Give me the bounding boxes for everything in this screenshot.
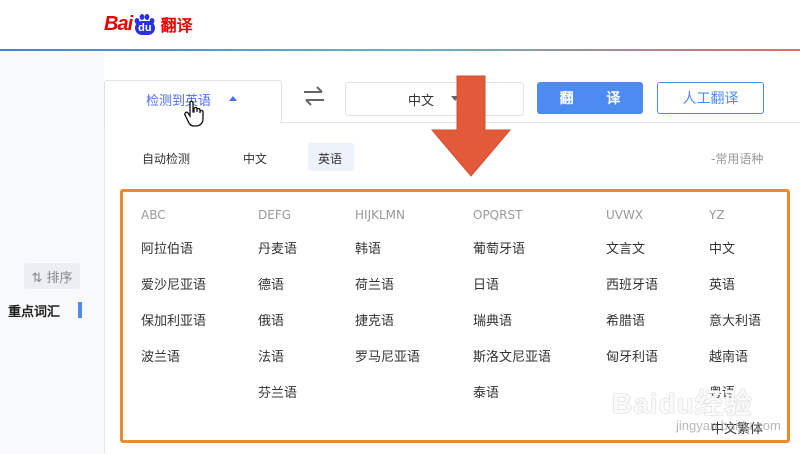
translate-button[interactable]: 翻 译 xyxy=(537,82,643,114)
quick-option-auto-detect[interactable]: 自动检测 xyxy=(142,150,190,167)
column-header-uvwx: UVWX xyxy=(606,208,644,222)
baidu-jingyan-watermark-logo: Baidu经验 xyxy=(612,388,753,419)
quick-option-chinese[interactable]: 中文 xyxy=(243,150,267,167)
sort-button[interactable]: ⇅ 排序 xyxy=(24,263,80,289)
language-option[interactable]: 葡萄牙语 xyxy=(473,238,525,257)
language-option[interactable]: 保加利亚语 xyxy=(141,310,206,329)
language-option[interactable]: 越南语 xyxy=(709,346,748,365)
language-option[interactable]: 意大利语 xyxy=(709,310,761,329)
column-header-abc: ABC xyxy=(141,208,166,222)
language-option[interactable]: 阿拉伯语 xyxy=(141,238,193,257)
language-option[interactable]: 希腊语 xyxy=(606,310,645,329)
language-option[interactable]: 德语 xyxy=(258,274,284,293)
vocab-active-indicator xyxy=(78,302,82,318)
language-option[interactable]: 波兰语 xyxy=(141,346,180,365)
watermark-url: jingyan.baidu.com xyxy=(676,418,781,433)
vocab-tab-label[interactable]: 重点词汇 xyxy=(8,301,60,320)
human-translation-button[interactable]: 人工翻译 xyxy=(657,82,764,114)
logo-du-text: du xyxy=(135,21,155,35)
left-panel xyxy=(0,51,104,454)
column-header-opqrst: OPQRST xyxy=(473,208,523,222)
language-option[interactable]: 西班牙语 xyxy=(606,274,658,293)
column-header-defg: DEFG xyxy=(258,208,292,222)
logo-fanyi-text: 翻译 xyxy=(160,16,193,35)
language-option[interactable]: 捷克语 xyxy=(355,310,394,329)
arrow-down-icon xyxy=(430,75,512,177)
language-option[interactable]: 泰语 xyxy=(473,382,499,401)
language-option[interactable]: 俄语 xyxy=(258,310,284,329)
common-languages-label: -常用语种 xyxy=(711,152,764,166)
language-option[interactable]: 爱沙尼亚语 xyxy=(141,274,206,293)
language-option[interactable]: 日语 xyxy=(473,274,499,293)
header-divider xyxy=(0,49,800,51)
hand-cursor-icon xyxy=(184,100,204,127)
column-header-yz: YZ xyxy=(709,208,725,222)
logo-bai-text: Bai xyxy=(104,12,133,35)
language-option[interactable]: 丹麦语 xyxy=(258,238,297,257)
language-option[interactable]: 英语 xyxy=(709,274,735,293)
language-option[interactable]: 匈牙利语 xyxy=(606,346,658,365)
language-option[interactable]: 芬兰语 xyxy=(258,382,297,401)
quick-option-english[interactable]: 英语 xyxy=(318,150,342,167)
language-option[interactable]: 法语 xyxy=(258,346,284,365)
language-option[interactable]: 文言文 xyxy=(606,238,645,257)
baidu-fanyi-logo[interactable]: Bai du 翻译 xyxy=(104,6,193,42)
caret-up-icon xyxy=(229,96,237,101)
language-option[interactable]: 荷兰语 xyxy=(355,274,394,293)
column-header-hijklmn: HIJKLMN xyxy=(355,208,405,222)
language-option[interactable]: 瑞典语 xyxy=(473,310,512,329)
swap-languages-icon[interactable] xyxy=(302,86,326,106)
language-option[interactable]: 韩语 xyxy=(355,238,381,257)
language-option[interactable]: 中文 xyxy=(709,238,735,257)
language-option[interactable]: 斯洛文尼亚语 xyxy=(473,346,551,365)
language-option[interactable]: 罗马尼亚语 xyxy=(355,346,420,365)
